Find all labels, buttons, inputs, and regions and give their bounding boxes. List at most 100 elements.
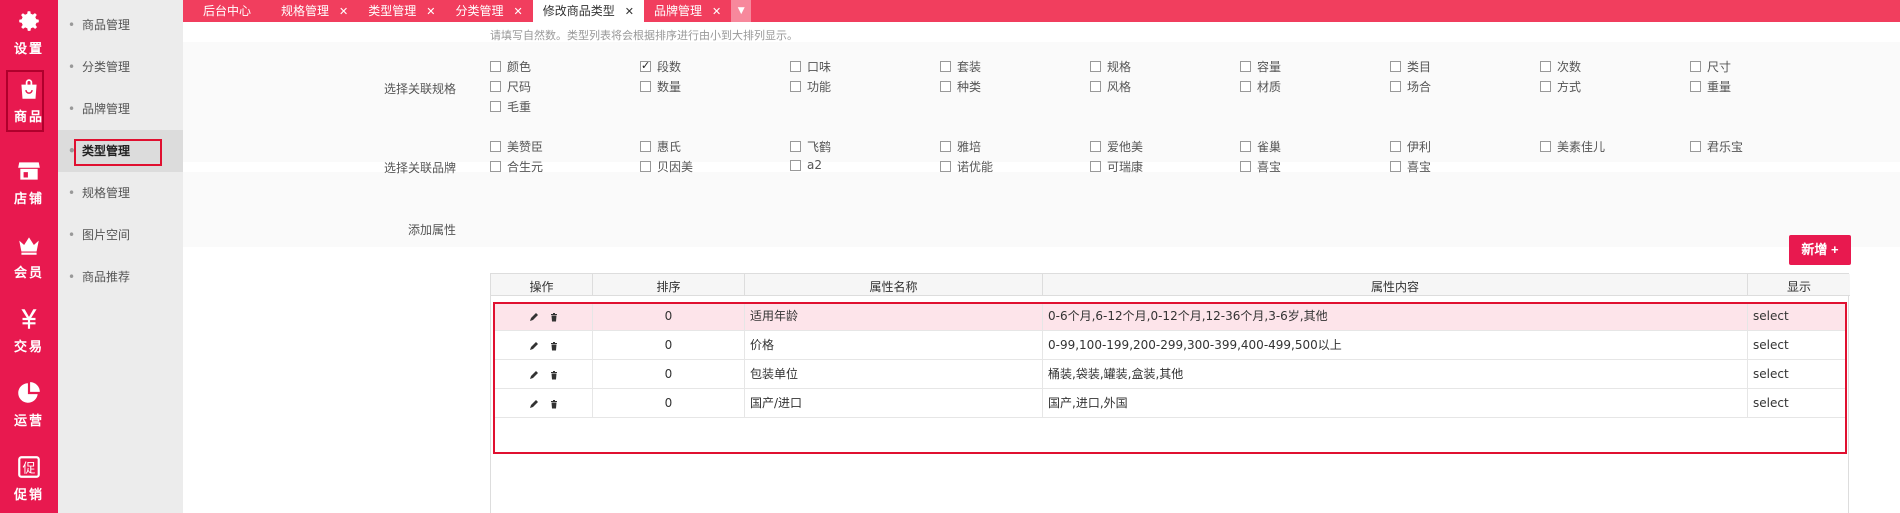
checkbox-box[interactable] (1540, 141, 1551, 152)
checkbox-box[interactable] (1540, 61, 1551, 72)
close-icon[interactable]: ✕ (339, 5, 348, 18)
brand-checkbox[interactable]: 飞鹤 (790, 138, 831, 155)
checkbox-box[interactable] (640, 161, 651, 172)
brand-checkbox[interactable]: 君乐宝 (1690, 138, 1743, 155)
rail-item-operation[interactable]: 运营 (0, 372, 58, 438)
spec-checkbox[interactable]: 次数 (1540, 58, 1581, 75)
checkbox-box[interactable] (1090, 141, 1101, 152)
tab-category-manage[interactable]: 分类管理 ✕ (445, 0, 532, 22)
brand-checkbox[interactable]: 美赞臣 (490, 138, 543, 155)
spec-checkbox[interactable]: 口味 (790, 58, 831, 75)
rail-item-member[interactable]: 会员 (0, 224, 58, 290)
checkbox-box[interactable] (1540, 81, 1551, 92)
brand-checkbox[interactable]: 贝因美 (640, 158, 693, 175)
brand-checkbox[interactable]: 雀巢 (1240, 138, 1281, 155)
checkbox-box[interactable] (1390, 141, 1401, 152)
brand-checkbox[interactable]: 喜宝 (1390, 158, 1431, 175)
spec-checkbox[interactable]: 容量 (1240, 58, 1281, 75)
checkbox-box[interactable] (1090, 81, 1101, 92)
spec-checkbox[interactable]: 规格 (1090, 58, 1131, 75)
delete-icon[interactable] (548, 340, 560, 352)
tab-spec-manage[interactable]: 规格管理 ✕ (271, 0, 358, 22)
checkbox-box[interactable] (940, 141, 951, 152)
checkbox-box[interactable] (640, 141, 651, 152)
spec-checkbox[interactable]: 数量 (640, 78, 681, 95)
checkbox-box[interactable] (640, 59, 651, 72)
spec-checkbox[interactable]: 方式 (1540, 78, 1581, 95)
checkbox-box[interactable] (490, 61, 501, 72)
sub-item-type-manage[interactable]: • 类型管理 (58, 130, 183, 172)
tab-dashboard[interactable]: 后台中心 (183, 0, 271, 22)
checkbox-box[interactable] (490, 101, 501, 112)
delete-icon[interactable] (548, 398, 560, 410)
delete-icon[interactable] (548, 369, 560, 381)
tab-brand-manage[interactable]: 品牌管理 ✕ (644, 0, 731, 22)
edit-icon[interactable] (528, 311, 540, 323)
brand-checkbox[interactable]: 合生元 (490, 158, 543, 175)
close-icon[interactable]: ✕ (712, 5, 721, 18)
brand-checkbox[interactable]: 雅培 (940, 138, 981, 155)
spec-checkbox[interactable]: 颜色 (490, 58, 531, 75)
checkbox-box[interactable] (940, 61, 951, 72)
brand-checkbox[interactable]: 惠氏 (640, 138, 681, 155)
checkbox-box[interactable] (1390, 81, 1401, 92)
checkbox-box[interactable] (1240, 161, 1251, 172)
checkbox-box[interactable] (1240, 141, 1251, 152)
checkbox-box[interactable] (1090, 161, 1101, 172)
checkbox-box[interactable] (490, 141, 501, 152)
spec-checkbox[interactable]: 场合 (1390, 78, 1431, 95)
brand-checkbox[interactable]: a2 (790, 158, 822, 172)
edit-icon[interactable] (528, 340, 540, 352)
checkbox-box[interactable] (490, 161, 501, 172)
edit-icon[interactable] (528, 369, 540, 381)
checkbox-box[interactable] (490, 81, 501, 92)
spec-checkbox[interactable]: 功能 (790, 78, 831, 95)
checkbox-box[interactable] (790, 81, 801, 92)
brand-checkbox[interactable]: 美素佳儿 (1540, 138, 1605, 155)
checkbox-box[interactable] (640, 81, 651, 92)
brand-checkbox[interactable]: 喜宝 (1240, 158, 1281, 175)
sub-item-category-manage[interactable]: • 分类管理 (58, 46, 183, 88)
spec-checkbox[interactable]: 套装 (940, 58, 981, 75)
checkbox-box[interactable] (1390, 161, 1401, 172)
close-icon[interactable]: ✕ (625, 5, 634, 18)
checkbox-box[interactable] (790, 141, 801, 152)
close-icon[interactable]: ✕ (514, 5, 523, 18)
brand-checkbox[interactable]: 伊利 (1390, 138, 1431, 155)
sub-item-spec-manage[interactable]: • 规格管理 (58, 172, 183, 214)
checkbox-box[interactable] (1690, 61, 1701, 72)
checkbox-box[interactable] (790, 159, 801, 171)
tab-more-dropdown[interactable]: ▼ (731, 0, 752, 22)
close-icon[interactable]: ✕ (426, 5, 435, 18)
spec-checkbox[interactable]: 种类 (940, 78, 981, 95)
checkbox-box[interactable] (790, 61, 801, 72)
rail-item-goods[interactable]: 商品 (0, 68, 58, 134)
brand-checkbox[interactable]: 可瑞康 (1090, 158, 1143, 175)
sub-item-image-space[interactable]: • 图片空间 (58, 214, 183, 256)
spec-checkbox[interactable]: 类目 (1390, 58, 1431, 75)
rail-item-trade[interactable]: 交易 (0, 298, 58, 364)
checkbox-box[interactable] (940, 161, 951, 172)
tab-edit-goods-type[interactable]: 修改商品类型 ✕ (532, 0, 644, 22)
spec-checkbox[interactable]: 尺码 (490, 78, 531, 95)
add-attribute-button[interactable]: 新增 + (1789, 235, 1851, 265)
spec-checkbox[interactable]: 尺寸 (1690, 58, 1731, 75)
brand-checkbox[interactable]: 诺优能 (940, 158, 993, 175)
checkbox-box[interactable] (940, 81, 951, 92)
spec-checkbox[interactable]: 材质 (1240, 78, 1281, 95)
tab-type-manage[interactable]: 类型管理 ✕ (358, 0, 445, 22)
spec-checkbox[interactable]: 风格 (1090, 78, 1131, 95)
checkbox-box[interactable] (1690, 141, 1701, 152)
spec-checkbox[interactable]: 重量 (1690, 78, 1731, 95)
rail-item-settings[interactable]: 设置 (0, 0, 58, 66)
spec-checkbox[interactable]: 段数 (640, 58, 681, 75)
rail-item-promotion[interactable]: 促 促销 (0, 446, 58, 512)
spec-checkbox[interactable]: 毛重 (490, 98, 531, 115)
rail-item-store[interactable]: 店铺 (0, 150, 58, 216)
sub-item-brand-manage[interactable]: • 品牌管理 (58, 88, 183, 130)
edit-icon[interactable] (528, 398, 540, 410)
checkbox-box[interactable] (1240, 61, 1251, 72)
delete-icon[interactable] (548, 311, 560, 323)
checkbox-box[interactable] (1690, 81, 1701, 92)
brand-checkbox[interactable]: 爱他美 (1090, 138, 1143, 155)
